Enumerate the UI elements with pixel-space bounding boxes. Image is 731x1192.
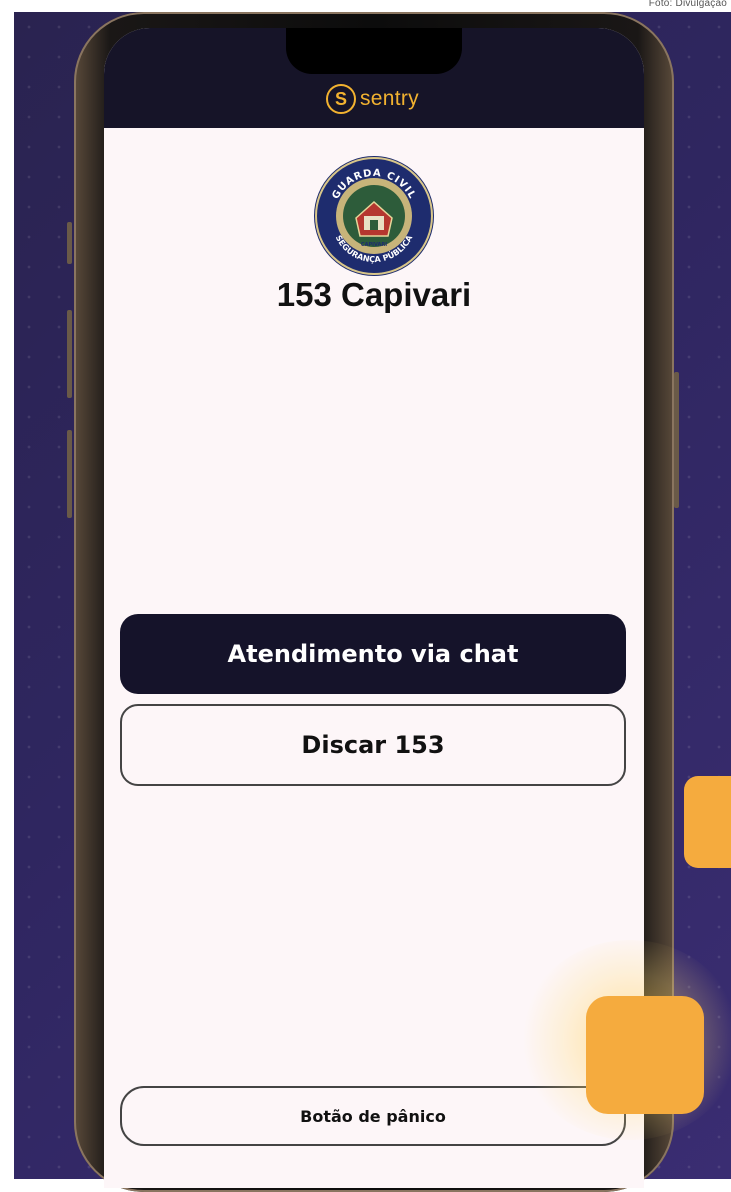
sentry-logo-icon: S	[326, 84, 356, 114]
brand: S sentry	[326, 84, 419, 114]
phone-side-button-volume-up	[67, 310, 72, 398]
brand-name: sentry	[360, 87, 419, 110]
dynamic-island	[286, 28, 462, 74]
page-title: 153 Capivari	[276, 276, 472, 313]
guarda-civil-emblem-icon: GUARDA CIVIL SEGURANÇA PÚBLICA CAPIVARI	[314, 156, 434, 276]
chat-support-button[interactable]: Atendimento via chat	[120, 614, 626, 694]
panic-button-label: Botão de pânico	[300, 1106, 446, 1126]
decorative-square-small	[684, 776, 731, 868]
decorative-square-large	[586, 996, 704, 1114]
chat-support-button-label: Atendimento via chat	[227, 640, 519, 668]
dial-153-button[interactable]: Discar 153	[120, 704, 626, 786]
phone-side-button-volume-down	[67, 430, 72, 518]
photo-credit: Foto: Divulgação	[648, 0, 727, 9]
dial-153-button-label: Discar 153	[301, 731, 445, 759]
phone-side-button-silent	[67, 222, 72, 264]
app-header: S sentry	[104, 28, 644, 128]
phone-side-button-power	[674, 372, 679, 508]
emblem-inner-text: CAPIVARI	[361, 242, 387, 248]
